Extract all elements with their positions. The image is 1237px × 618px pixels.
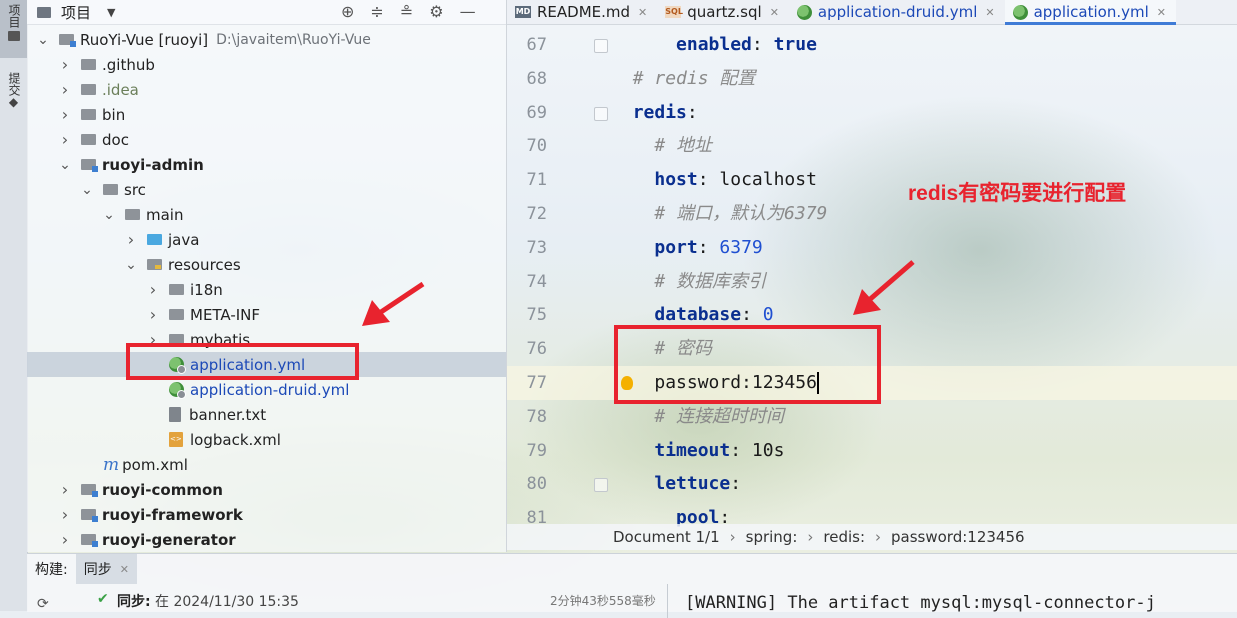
build-panel: 构建: 同步 ✕ ⟳ ✔ 同步: 在 2024/11/30 15:35 2分钟4…: [27, 553, 1237, 618]
document-indicator: Document 1/1: [613, 528, 720, 546]
build-tabs: 构建: 同步 ✕: [27, 554, 1237, 584]
panel-divider: [667, 584, 668, 618]
check-icon: ✔: [97, 591, 109, 607]
sync-time: 在 2024/11/30 15:35: [155, 594, 299, 610]
chevron-right-icon: ›: [807, 528, 814, 546]
arrow-to-application-yml: [362, 281, 425, 326]
tab-sync-label: 同步: [83, 562, 112, 578]
close-icon[interactable]: ✕: [120, 563, 129, 576]
tab-sync[interactable]: 同步 ✕: [75, 554, 137, 584]
tab-build[interactable]: 构建:: [27, 554, 76, 584]
annotation-text: redis有密码要进行配置: [908, 182, 1127, 205]
breadcrumb-item[interactable]: spring:: [746, 528, 798, 546]
chevron-right-icon: ›: [875, 528, 882, 546]
breadcrumb: Document 1/1 › spring: › redis: › password:12…: [507, 524, 1237, 550]
annotation-arrows: [362, 260, 915, 326]
arrow-to-password: [853, 260, 915, 315]
sync-result-row[interactable]: ⟳ ✔ 同步: 在 2024/11/30 15:35 2分钟43秒558毫秒 […: [27, 584, 1237, 618]
tab-build-label: 构建:: [35, 562, 68, 578]
chevron-right-icon: ›: [729, 528, 736, 546]
breadcrumb-item[interactable]: redis:: [823, 528, 865, 546]
refresh-icon[interactable]: ⟳: [37, 596, 49, 612]
breadcrumb-item[interactable]: password:123456: [891, 528, 1025, 546]
sync-duration: 2分钟43秒558毫秒: [550, 594, 656, 608]
console-output: [WARNING] The artifact mysql:mysql-conne…: [685, 593, 1156, 613]
sync-label: 同步:: [117, 594, 151, 610]
